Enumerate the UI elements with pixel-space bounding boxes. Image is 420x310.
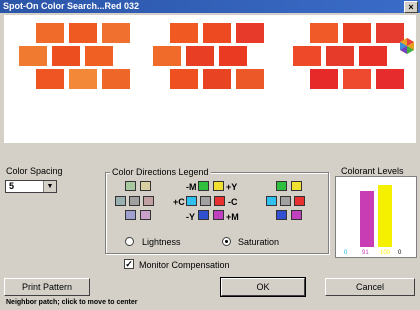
neighbor-patch[interactable]: [326, 46, 354, 66]
neighbor-patch[interactable]: [236, 23, 264, 43]
neighbor-patch[interactable]: [36, 23, 64, 43]
neighbor-patch[interactable]: [310, 69, 338, 89]
neighbor-patch[interactable]: [186, 46, 214, 66]
legend-patch: [294, 196, 305, 206]
legend-patch: [115, 196, 126, 206]
colorant-tick-m: 91: [362, 250, 369, 256]
legend-patch: [276, 181, 287, 191]
colorant-bar-y: [378, 185, 392, 247]
legend-patch: [198, 210, 209, 220]
colorant-tick-k: 0: [398, 250, 402, 256]
legend-patch: [214, 196, 225, 206]
center-patch[interactable]: [359, 46, 387, 66]
colorant-tick-c: 0: [344, 250, 348, 256]
plus-c-label: +C: [173, 197, 185, 207]
lightness-label: Lightness: [142, 237, 181, 247]
colorant-levels-title: Colorant Levels: [341, 166, 404, 176]
neighbor-patch[interactable]: [236, 69, 264, 89]
center-patch[interactable]: [219, 46, 247, 66]
neighbor-patch[interactable]: [36, 69, 64, 89]
neighbor-patch[interactable]: [376, 69, 404, 89]
color-spacing-label: Color Spacing: [6, 166, 63, 176]
swatch-cluster: [10, 15, 130, 143]
legend-patch: [291, 210, 302, 220]
minus-c-label: -C: [228, 197, 238, 207]
color-spacing-select[interactable]: 5 ▼: [5, 180, 57, 193]
status-text: Neighbor patch; click to move to center: [6, 299, 138, 306]
ok-button[interactable]: OK: [220, 277, 306, 297]
legend-patch: [198, 181, 209, 191]
neighbor-patch[interactable]: [293, 46, 321, 66]
neighbor-patch[interactable]: [170, 69, 198, 89]
saturation-radio[interactable]: [222, 237, 231, 246]
neighbor-patch[interactable]: [170, 23, 198, 43]
neighbor-patch[interactable]: [343, 23, 371, 43]
neighbor-patch[interactable]: [69, 23, 97, 43]
neighbor-patch[interactable]: [102, 23, 130, 43]
legend-patch: [280, 196, 291, 206]
legend-patch: [213, 210, 224, 220]
title-bar: Spot-On Color Search...Red 032 ×: [0, 0, 420, 13]
neighbor-patch[interactable]: [153, 46, 181, 66]
plus-y-label: +Y: [226, 182, 238, 192]
monitor-compensation-label: Monitor Compensation: [139, 260, 230, 270]
minus-m-label: -M: [186, 182, 197, 192]
minus-y-label: -Y: [186, 212, 195, 222]
legend-patch: [125, 181, 136, 191]
hexagon-color-icon[interactable]: [400, 38, 414, 54]
colorant-tick-y: 100: [380, 250, 391, 256]
color-spacing-value: 5: [9, 181, 15, 191]
neighbor-patch[interactable]: [203, 23, 231, 43]
legend-patch: [266, 196, 277, 206]
legend-patch: [291, 181, 302, 191]
legend-patch: [140, 181, 151, 191]
legend-patch: [140, 210, 151, 220]
monitor-compensation-checkbox[interactable]: ✓: [124, 259, 134, 269]
legend-patch: [129, 196, 140, 206]
swatch-cluster: [144, 15, 264, 143]
neighbor-patch[interactable]: [52, 46, 80, 66]
colorant-levels-chart: 0 91 100 0: [335, 176, 417, 258]
legend-patch: [213, 181, 224, 191]
plus-m-label: +M: [226, 212, 239, 222]
legend-patch: [125, 210, 136, 220]
neighbor-patch[interactable]: [102, 69, 130, 89]
close-button[interactable]: ×: [404, 1, 418, 13]
legend-patch: [200, 196, 211, 206]
center-patch[interactable]: [85, 46, 113, 66]
lightness-radio[interactable]: [125, 237, 134, 246]
swatch-cluster: [284, 15, 404, 143]
saturation-label: Saturation: [238, 237, 280, 247]
neighbor-patch[interactable]: [203, 69, 231, 89]
legend-patch: [143, 196, 154, 206]
legend-patch: [186, 196, 197, 206]
neighbor-patch[interactable]: [343, 69, 371, 89]
colorant-bar-m: [360, 191, 374, 247]
cancel-button[interactable]: Cancel: [325, 278, 415, 296]
neighbor-patch[interactable]: [310, 23, 338, 43]
window-title: Spot-On Color Search...Red 032: [3, 1, 140, 11]
legend-title: Color Directions Legend: [110, 167, 211, 177]
print-pattern-button[interactable]: Print Pattern: [4, 278, 90, 296]
neighbor-patch[interactable]: [19, 46, 47, 66]
neighbor-patch[interactable]: [69, 69, 97, 89]
legend-patch: [276, 210, 287, 220]
chevron-down-icon[interactable]: ▼: [43, 181, 56, 192]
swatch-area: [4, 15, 416, 143]
